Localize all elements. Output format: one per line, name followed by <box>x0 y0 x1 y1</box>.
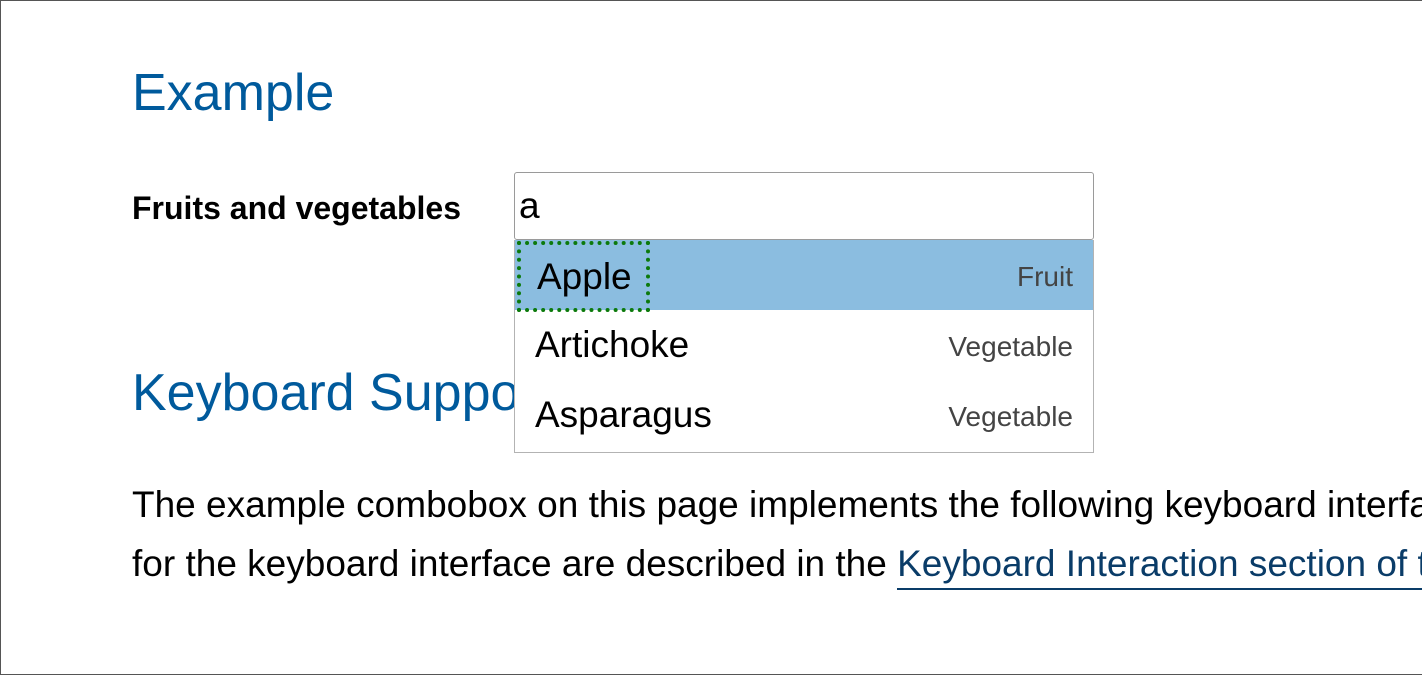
combobox-listbox: Apple Fruit Artichoke Vegetable Asparagus Veg… <box>514 240 1094 453</box>
combobox-option[interactable]: Apple Fruit <box>515 240 1093 312</box>
option-category: Vegetable <box>948 331 1073 362</box>
option-name: Asparagus <box>535 394 712 435</box>
keyboard-interaction-link[interactable]: Keyboard Interaction section of the comb… <box>897 543 1422 590</box>
combobox-input[interactable] <box>514 172 1094 240</box>
keyboard-support-heading: Keyboard Support <box>132 364 552 422</box>
description-line-2-prefix: for the keyboard interface are described… <box>132 543 898 584</box>
description-line-1: The example combobox on this page implem… <box>132 484 1422 525</box>
page-frame: Example Fruits and vegetables Apple Fruit… <box>0 0 1422 675</box>
combobox-option[interactable]: Asparagus Vegetable <box>515 380 1093 450</box>
option-name: Artichoke <box>535 324 690 365</box>
option-name: Apple <box>517 241 650 312</box>
option-category: Fruit <box>1017 261 1073 292</box>
option-category: Vegetable <box>948 401 1073 432</box>
example-heading: Example <box>132 64 335 122</box>
combobox-option[interactable]: Artichoke Vegetable <box>515 310 1093 380</box>
keyboard-support-description: The example combobox on this page implem… <box>132 475 1422 593</box>
combobox-label: Fruits and vegetables <box>132 190 461 226</box>
